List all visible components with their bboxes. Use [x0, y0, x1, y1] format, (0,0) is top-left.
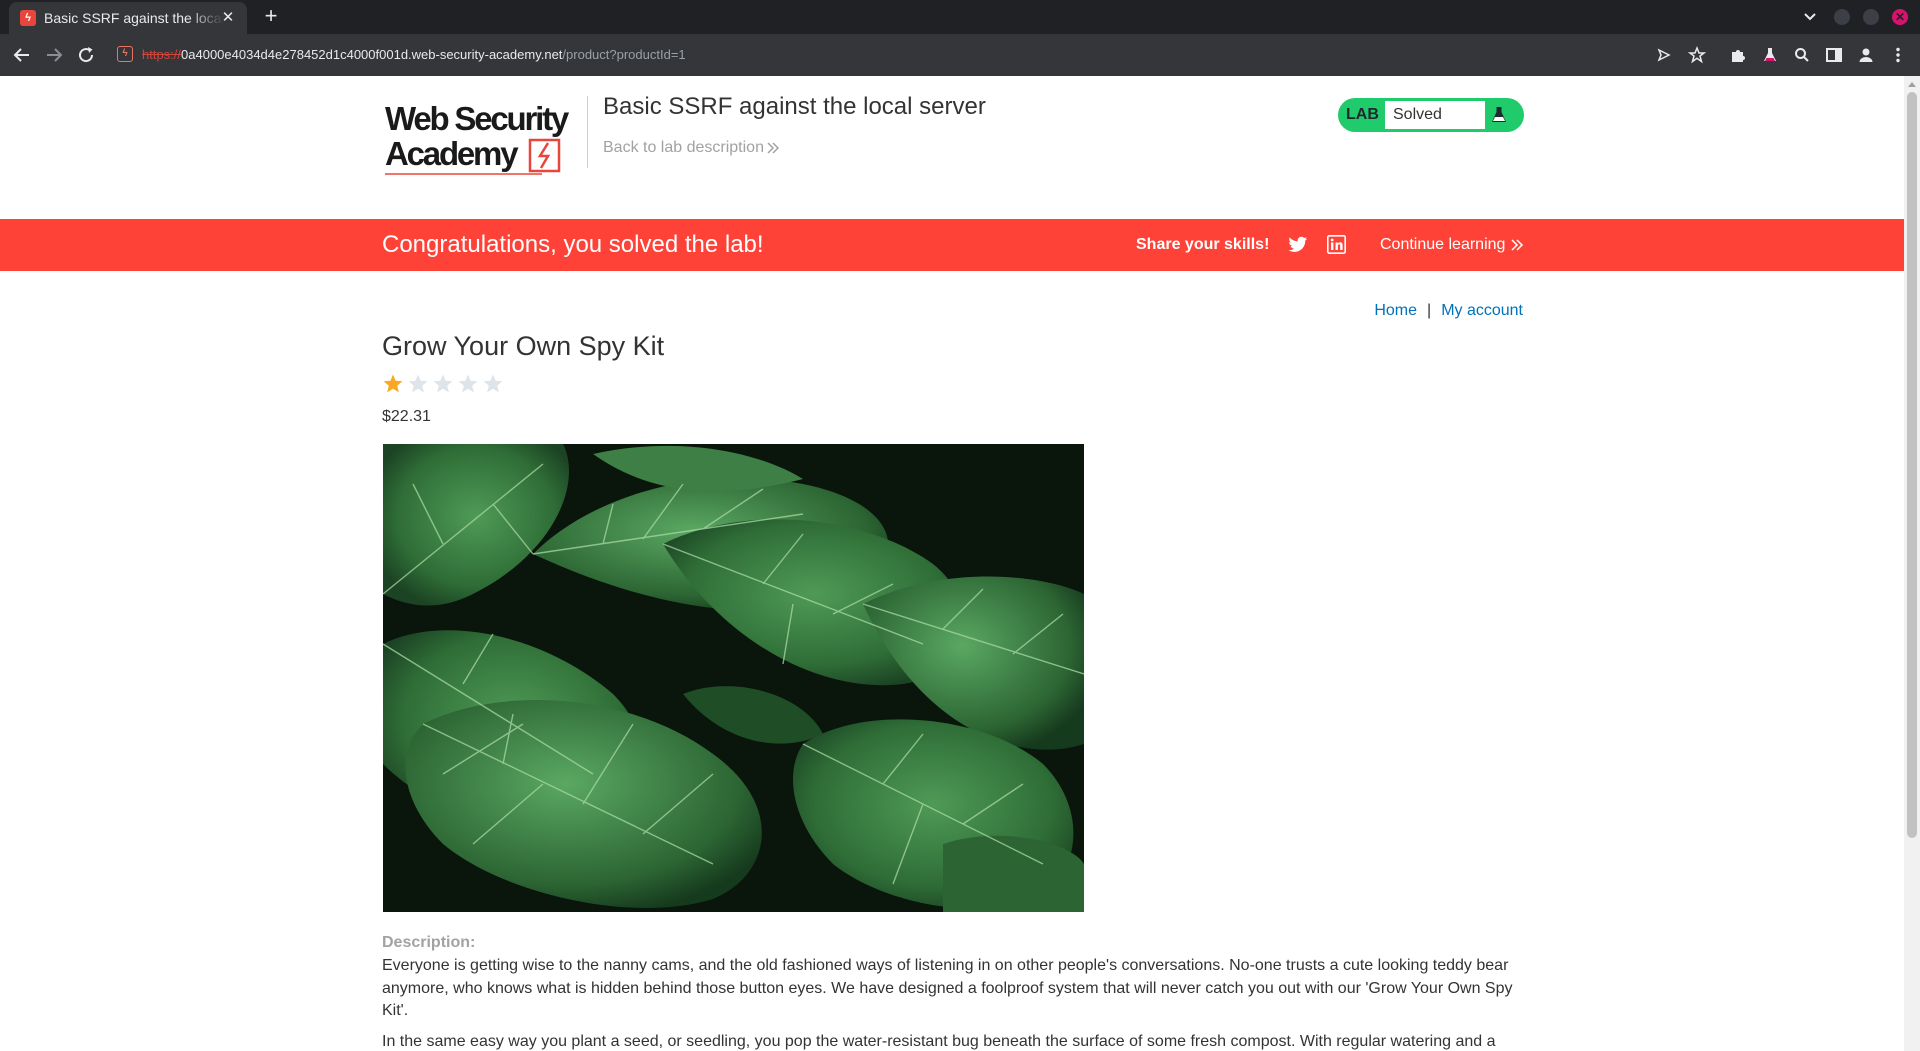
my-account-link[interactable]: My account: [1441, 302, 1523, 319]
profile-avatar-icon[interactable]: [1856, 45, 1876, 65]
share-skills-label: Share your skills!: [1136, 236, 1270, 253]
page-content: Web Security Academy Basic SSRF against …: [0, 76, 1904, 1051]
account-nav: Home | My account: [1374, 301, 1523, 321]
home-link[interactable]: Home: [1374, 302, 1417, 319]
not-secure-icon[interactable]: ϟ: [117, 46, 133, 62]
web-security-academy-logo[interactable]: Web Security Academy: [382, 96, 582, 176]
back-to-lab-description-link[interactable]: Back to lab description: [603, 138, 764, 158]
product-price: $22.31: [382, 408, 431, 425]
lab-status-badge: LAB Solved: [1338, 98, 1524, 132]
product-title: Grow Your Own Spy Kit: [382, 331, 665, 361]
send-tab-icon[interactable]: [1654, 45, 1674, 65]
twitter-icon[interactable]: [1288, 236, 1308, 254]
description-paragraph-1: Everyone is getting wise to the nanny ca…: [382, 957, 1513, 1019]
lab-status-text: Solved: [1385, 101, 1485, 129]
congratulations-message: Congratulations, you solved the lab!: [382, 231, 764, 258]
linkedin-icon[interactable]: [1327, 235, 1346, 254]
double-chevron-right-icon: [1511, 239, 1524, 251]
lab-badge-label: LAB: [1346, 106, 1379, 123]
browser-toolbar: ϟ https://0a4000e4034d4e278452d1c4000f00…: [0, 34, 1920, 76]
zoom-search-icon[interactable]: [1792, 45, 1812, 65]
close-window-button[interactable]: ✕: [1892, 9, 1908, 25]
browser-tab[interactable]: ϟ Basic SSRF against the local server ✕: [9, 2, 247, 34]
nav-separator: |: [1427, 302, 1432, 319]
lab-flask-extension-icon[interactable]: [1760, 45, 1780, 65]
tab-close-icon[interactable]: ✕: [219, 9, 237, 27]
new-tab-plus-icon[interactable]: +: [260, 5, 282, 28]
svg-text:Academy: Academy: [385, 135, 519, 172]
product-image: [383, 444, 1084, 912]
forward-arrow-icon[interactable]: [43, 44, 65, 66]
back-arrow-icon[interactable]: [11, 44, 33, 66]
url-host: 0a4000e4034d4e278452d1c4000f001d.web-sec…: [181, 47, 563, 62]
lab-title: Basic SSRF against the local server: [603, 93, 986, 120]
description-label: Description:: [382, 934, 476, 951]
tab-search-chevron-icon[interactable]: [1801, 8, 1819, 26]
flask-icon: [1492, 107, 1506, 122]
tab-title: Basic SSRF against the local server: [44, 10, 224, 26]
description-paragraph-2: In the same easy way you plant a seed, o…: [382, 1033, 1496, 1050]
scroll-thumb[interactable]: [1907, 92, 1917, 838]
browser-tab-bar: ϟ Basic SSRF against the local server ✕ …: [0, 0, 1920, 34]
star-empty-icon: [458, 374, 478, 393]
lab-solved-banner: Congratulations, you solved the lab! Sha…: [0, 219, 1904, 271]
star-filled-icon: [383, 374, 403, 393]
address-bar[interactable]: https://0a4000e4034d4e278452d1c4000f001d…: [142, 46, 686, 64]
bookmark-star-icon[interactable]: [1687, 45, 1707, 65]
browser-menu-icon[interactable]: [1888, 45, 1908, 65]
extensions-puzzle-icon[interactable]: [1728, 45, 1748, 65]
continue-learning-link[interactable]: Continue learning: [1380, 235, 1505, 255]
header-divider: [587, 96, 588, 168]
reload-icon[interactable]: [75, 44, 97, 66]
maximize-window-button[interactable]: [1863, 9, 1879, 25]
url-path: /product?productId=1: [562, 47, 686, 62]
minimize-window-button[interactable]: [1834, 9, 1850, 25]
url-scheme: https://: [142, 47, 182, 62]
lab-favicon-icon: ϟ: [20, 10, 36, 26]
svg-text:Web Security: Web Security: [385, 100, 570, 137]
star-empty-icon: [408, 374, 428, 393]
star-empty-icon: [433, 374, 453, 393]
scroll-up-arrow-icon[interactable]: [1908, 82, 1916, 87]
star-empty-icon: [483, 374, 503, 393]
page-scrollbar[interactable]: [1904, 76, 1920, 1051]
double-chevron-right-icon: [767, 142, 780, 154]
side-panel-icon[interactable]: [1824, 45, 1844, 65]
